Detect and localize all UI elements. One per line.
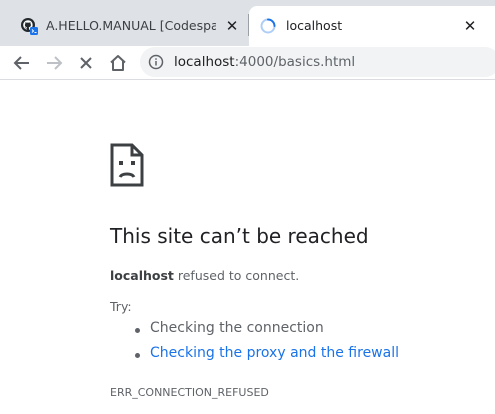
loading-spinner-icon [259,17,277,35]
error-page: This site can’t be reached localhost ref… [0,80,495,414]
tab-codespaces[interactable]: A.HELLO.MANUAL [Codespaces] ✕ [0,6,248,46]
proxy-firewall-link[interactable]: Checking the proxy and the firewall [150,345,399,361]
error-description-suffix: refused to connect. [173,268,300,283]
suggestion-text: Checking the connection [150,320,324,336]
sad-page-icon [109,143,145,187]
info-icon[interactable] [148,54,164,70]
try-label: Try: [110,299,132,314]
close-icon[interactable]: ✕ [224,18,240,34]
tab-localhost[interactable]: localhost ✕ [249,6,495,46]
url-text: localhost:4000/basics.html [174,54,355,70]
url-path: :4000/basics.html [234,54,356,70]
error-host: localhost [110,268,174,283]
tab-strip: A.HELLO.MANUAL [Codespaces] ✕ localhost … [0,0,495,46]
bullet [135,353,140,358]
github-codespaces-icon [20,17,38,35]
forward-arrow-icon[interactable] [42,51,66,75]
home-icon[interactable] [106,51,130,75]
stop-loading-icon[interactable] [74,51,98,75]
error-code: ERR_CONNECTION_REFUSED [110,386,269,399]
tab-title: localhost [286,18,343,33]
address-bar[interactable]: localhost:4000/basics.html [140,47,495,77]
error-description: localhost refused to connect. [110,268,299,283]
browser-toolbar: localhost:4000/basics.html [0,46,495,80]
tab-title: A.HELLO.MANUAL [Codespaces] [46,18,216,33]
close-icon[interactable]: ✕ [462,18,478,34]
back-arrow-icon[interactable] [10,51,34,75]
bullet [135,328,140,333]
error-heading: This site can’t be reached [110,224,369,248]
url-host: localhost [174,54,235,70]
